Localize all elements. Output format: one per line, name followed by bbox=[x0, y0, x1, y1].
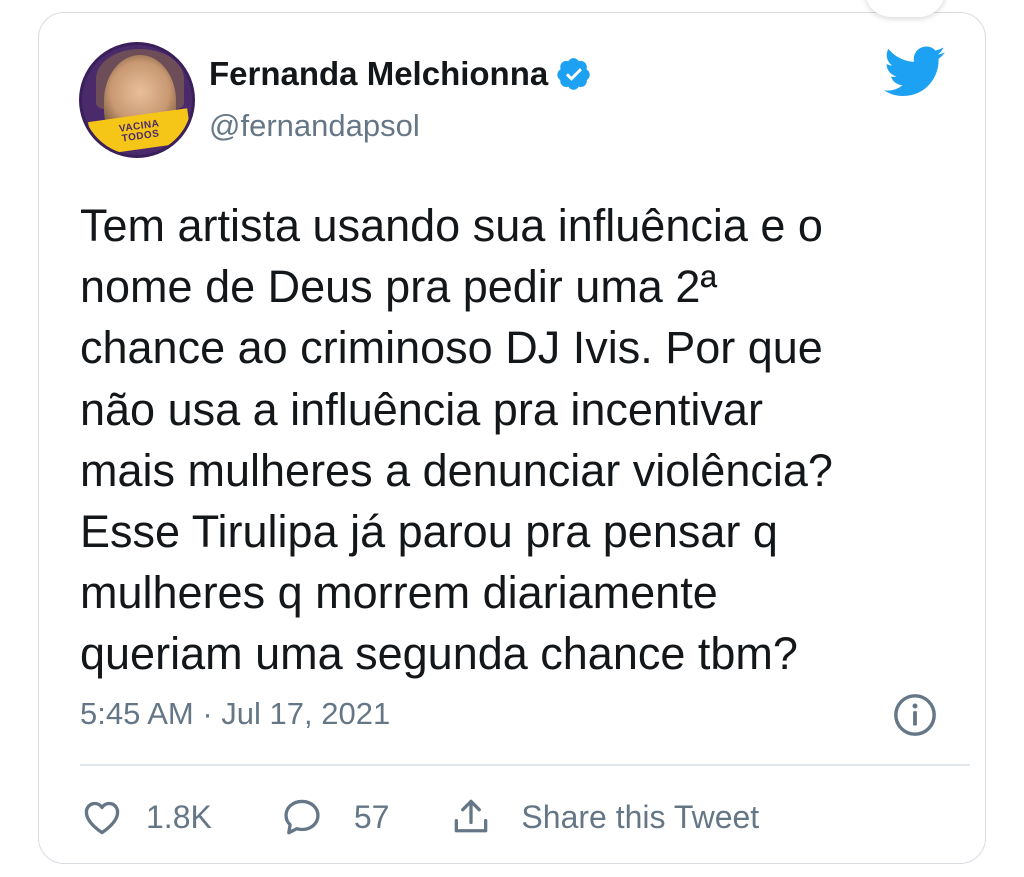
divider bbox=[80, 764, 970, 766]
author-name-row[interactable]: Fernanda Melchionna bbox=[209, 55, 592, 93]
share-label: Share this Tweet bbox=[521, 798, 760, 835]
like-count: 1.8K bbox=[146, 798, 212, 835]
tweet-line: não usa a influência pra incentivar bbox=[80, 383, 763, 435]
heart-icon bbox=[84, 801, 120, 835]
tweet-line: mulheres q morrem diariamente bbox=[80, 567, 718, 619]
tweet-line: mais mulheres a denunciar violência? bbox=[80, 444, 833, 496]
author-handle[interactable]: @fernandapsol bbox=[209, 108, 420, 144]
verified-badge-icon bbox=[557, 58, 590, 90]
tweet-line: queriam uma segunda chance tbm? bbox=[80, 628, 798, 680]
reply-bubble-icon bbox=[284, 799, 320, 835]
author-name[interactable]: Fernanda Melchionna bbox=[209, 55, 548, 93]
tweet-text: Tem artista usando sua influência e o no… bbox=[80, 195, 940, 685]
reply-count: 57 bbox=[353, 798, 390, 835]
tweet-actions: 1.8K 57 Share this Tweet bbox=[80, 792, 759, 842]
share-button[interactable]: Share this Tweet bbox=[449, 795, 759, 839]
tweet-line: chance ao criminoso DJ Ivis. Por que bbox=[80, 322, 823, 374]
share-icon bbox=[455, 799, 488, 833]
reply-button[interactable]: 57 bbox=[280, 795, 390, 839]
overlay-corner bbox=[865, 0, 945, 17]
twitter-bird-icon[interactable] bbox=[884, 46, 946, 98]
avatar-banner-text: VACINA TODOS bbox=[118, 118, 161, 145]
tweet-line: Esse Tirulipa já parou pra pensar q bbox=[80, 506, 778, 558]
avatar[interactable]: VACINA TODOS bbox=[79, 42, 195, 158]
info-icon[interactable] bbox=[892, 692, 938, 738]
tweet-line: Tem artista usando sua influência e o bbox=[80, 200, 823, 251]
tweet-timestamp[interactable]: 5:45 AM · Jul 17, 2021 bbox=[80, 696, 390, 732]
like-button[interactable]: 1.8K bbox=[80, 795, 212, 839]
tweet-line: nome de Deus pra pedir uma 2ª bbox=[80, 261, 718, 313]
